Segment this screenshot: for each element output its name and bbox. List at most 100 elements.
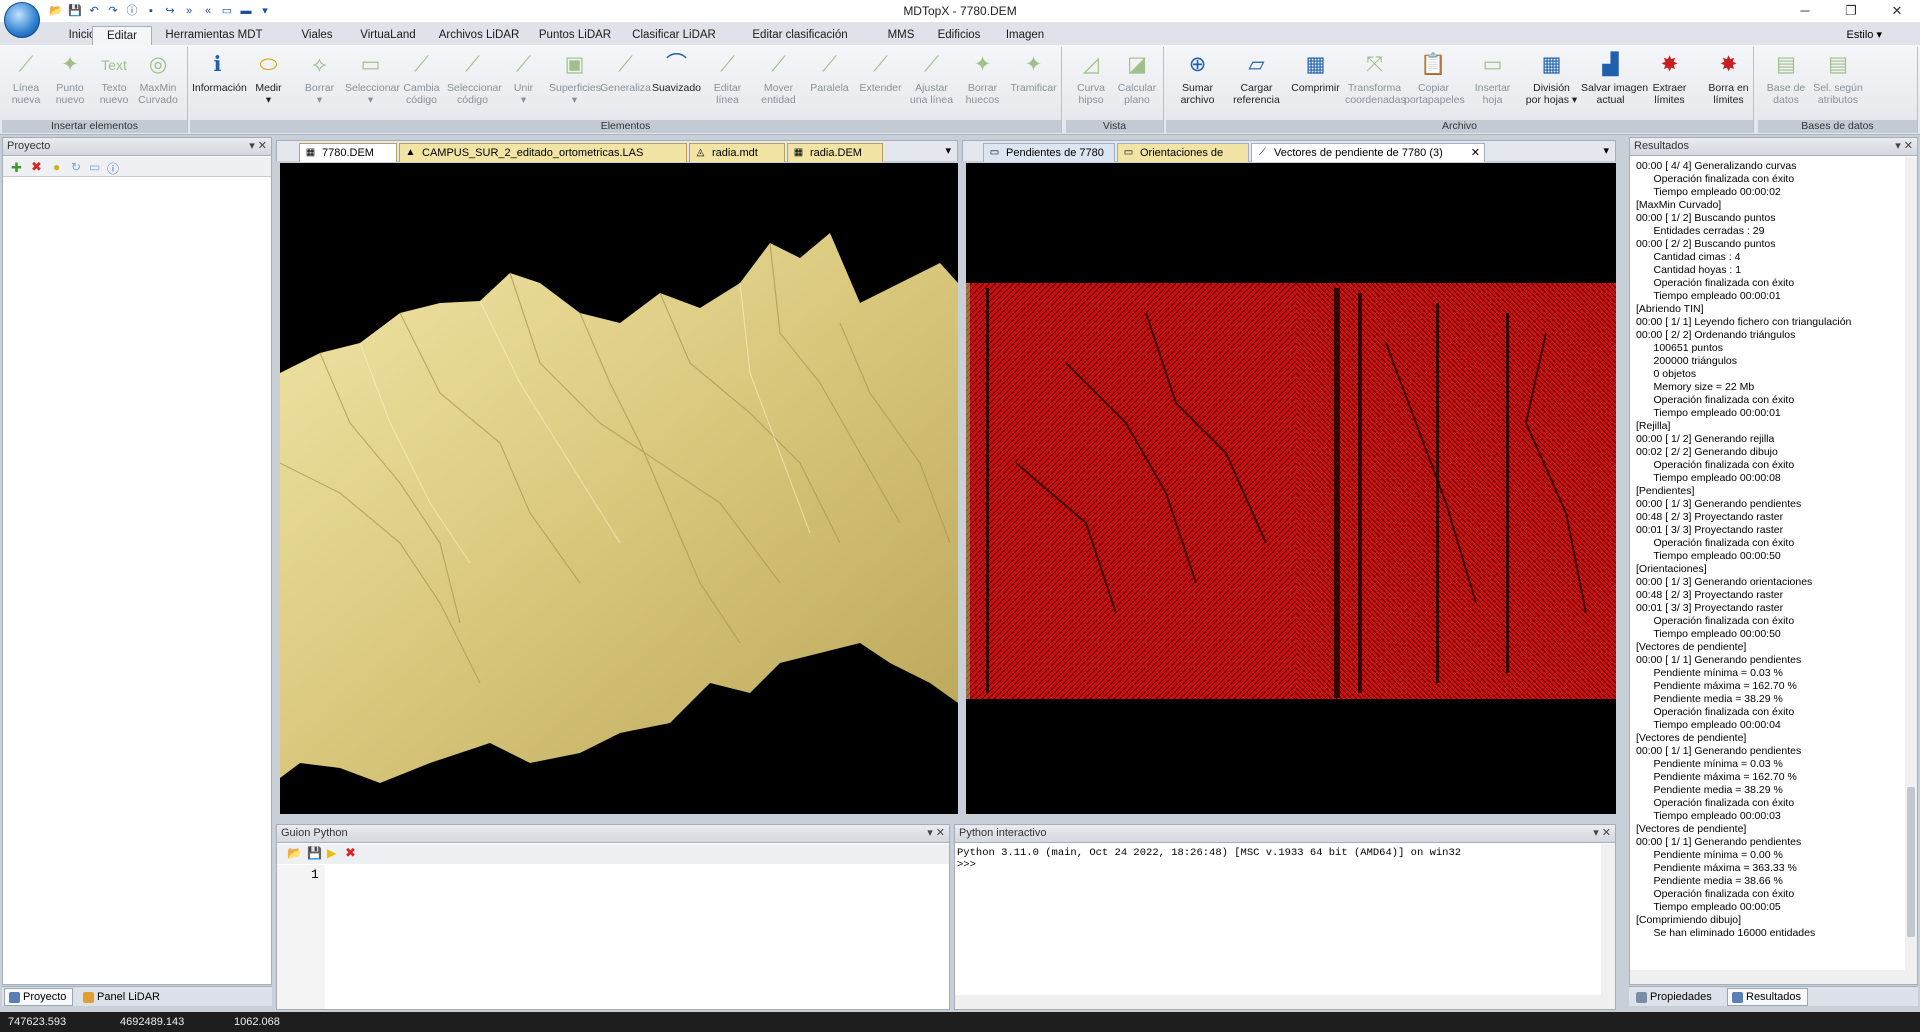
maximize-button[interactable]: ❐: [1828, 0, 1874, 23]
scroll-thumb[interactable]: [1907, 787, 1915, 937]
ribbon-button-seleccionar[interactable]: ⟋ Seleccionar código: [447, 49, 502, 106]
ribbon-button-paralela[interactable]: ⟋ Paralela: [804, 49, 855, 94]
ribbon-button-sumar[interactable]: ⊕ Sumar archivo: [1168, 49, 1227, 106]
info-icon[interactable]: ⓘ: [107, 160, 119, 177]
tabs-dropdown-icon-right[interactable]: ▾: [1603, 144, 1609, 157]
ribbon-button-ajustar[interactable]: ⟋ Ajustar una línea: [906, 49, 957, 106]
ribbon-button-mover[interactable]: ⟋ Mover entidad: [753, 49, 804, 106]
dem-3d-view[interactable]: [279, 163, 958, 814]
ribbon-button-texto[interactable]: Text Texto nuevo: [92, 49, 136, 106]
doc-tab-vectores-de-pendiente-de-7780-3-[interactable]: ⟋ Vectores de pendiente de 7780 (3) ✕: [1251, 143, 1485, 162]
ribbon-group-archivo: Archivo ⊕ Sumar archivo ▱ Cargar referencia ▦…: [1166, 47, 1754, 133]
tab-editar-clasificaci-n[interactable]: Editar clasificación: [730, 26, 870, 45]
tab-proyecto[interactable]: Proyecto: [4, 988, 74, 1006]
window-icon[interactable]: ▭: [89, 160, 100, 174]
close-button[interactable]: ✕: [1874, 0, 1920, 23]
ribbon-button-calcular[interactable]: ◪ Calcular plano: [1114, 49, 1160, 106]
tab-viales[interactable]: Viales: [292, 26, 342, 45]
ribbon-button-divisi-n[interactable]: ▦ División por hojas ▾: [1522, 49, 1581, 106]
ribbon-button-borrar[interactable]: ⟡ Borrar ▾: [294, 49, 345, 106]
tab-propiedades[interactable]: Propiedades: [1631, 988, 1719, 1006]
slope-vectors-view[interactable]: [966, 163, 1616, 814]
tab-clasificar-lidar[interactable]: Clasificar LiDAR: [626, 26, 722, 45]
doc-tab-7780-dem[interactable]: ▦ 7780.DEM: [299, 143, 397, 162]
ribbon-button-transforma[interactable]: ⤧ Transforma coordenadas: [1345, 49, 1406, 106]
ribbon-button-base-de[interactable]: ▤ Base de datos: [1760, 49, 1812, 106]
ribbon-button-tramificar[interactable]: ✦ Tramificar: [1008, 49, 1059, 94]
ribbon-button-seleccionar[interactable]: ▭ Seleccionar ▾: [345, 49, 400, 106]
tab-edificios[interactable]: Edificios: [930, 26, 988, 45]
result-line: 0 objetos: [1636, 368, 1697, 380]
ribbon-button-curva[interactable]: ◿ Curva hipso: [1068, 49, 1114, 106]
ribbon-button-cambia[interactable]: ⟋ Cambia código: [396, 49, 447, 106]
ribbon-button-insertar[interactable]: ▭ Insertar hoja: [1463, 49, 1522, 106]
result-line: 00:02 [ 2/ 2] Generando dibujo: [1636, 446, 1778, 458]
tramificar-icon: ✦: [1024, 53, 1043, 76]
tab-mms[interactable]: MMS: [880, 26, 922, 45]
delete-icon[interactable]: ✖: [31, 159, 42, 175]
tab-imagen[interactable]: Imagen: [996, 26, 1054, 45]
doc-tab-campus-sur-2-editado-ortometricas-las[interactable]: ▲ CAMPUS_SUR_2_editado_ortometricas.LAS: [399, 143, 687, 162]
open-icon[interactable]: 📂: [287, 846, 302, 860]
ribbon-button-extender[interactable]: ⟋ Extender: [855, 49, 906, 94]
doc-tab-radia-dem[interactable]: ▦ radia.DEM: [787, 143, 883, 162]
ribbon-button-extraer[interactable]: ✸ Extraer límites: [1640, 49, 1699, 106]
tab-panel-lidar[interactable]: Panel LiDAR: [78, 988, 167, 1006]
doc-tab-pendientes-de-7780[interactable]: ▭ Pendientes de 7780: [983, 143, 1115, 162]
python-prompt[interactable]: >>>: [957, 859, 976, 871]
results-hscrollbar[interactable]: [1630, 970, 1917, 984]
ribbon-button-informaci-n[interactable]: ℹ Información: [192, 49, 247, 94]
ribbon-button-comprimir[interactable]: ▦ Comprimir: [1286, 49, 1345, 94]
python-banner: Python 3.11.0 (main, Oct 24 2022, 18:26:…: [957, 847, 1462, 859]
ribbon-button-copiar[interactable]: 📋 Copiar portapapeles: [1404, 49, 1465, 106]
ribbon-button-label: Calcular plano: [1117, 82, 1157, 106]
estilo-menu[interactable]: Estilo ▾: [1847, 28, 1882, 41]
interactivo-panel-controls[interactable]: ▾ ✕: [1593, 825, 1611, 842]
ribbon-button-generaliza[interactable]: ⟋ Generaliza: [600, 49, 651, 94]
ribbon-button-borrar[interactable]: ✦ Borrar huecos: [957, 49, 1008, 106]
ribbon-button-unir[interactable]: ⟋ Unir ▾: [498, 49, 549, 106]
vertical-scrollbar[interactable]: [1601, 844, 1615, 995]
light-icon[interactable]: ●: [53, 160, 60, 174]
minimize-button[interactable]: ─: [1782, 0, 1828, 23]
tab-editar[interactable]: Editar: [92, 26, 152, 46]
stop-icon[interactable]: ✖: [345, 845, 356, 861]
panel-controls[interactable]: ▾ ✕: [249, 138, 267, 155]
script-editor[interactable]: [325, 865, 949, 1009]
results-scrollbar[interactable]: [1905, 157, 1917, 970]
ribbon-button-punto[interactable]: ✦ Punto nuevo: [48, 49, 92, 106]
borra-en-icon: ✸: [1719, 53, 1738, 76]
ribbon-button-l-nea[interactable]: ⟋ Línea nueva: [4, 49, 48, 106]
tab-virtualand[interactable]: VirtuaLand: [350, 26, 426, 45]
ribbon-button-superficies[interactable]: ▣ Superficies ▾: [549, 49, 601, 106]
ribbon-button-cargar[interactable]: ▱ Cargar referencia: [1227, 49, 1286, 106]
properties-icon: [1636, 992, 1647, 1003]
run-icon[interactable]: ▶: [327, 846, 336, 860]
tabs-dropdown-icon[interactable]: ▾: [945, 144, 951, 157]
tab-herramientas-mdt[interactable]: Herramientas MDT: [164, 26, 264, 45]
lidar-icon: [83, 992, 94, 1003]
guion-panel-controls[interactable]: ▾ ✕: [927, 825, 945, 842]
ribbon-button-sel-seg-n[interactable]: ▤ Sel. según atributos: [1812, 49, 1864, 106]
tab-puntos-lidar[interactable]: Puntos LiDAR: [534, 26, 616, 45]
tab-resultados[interactable]: Resultados: [1727, 988, 1809, 1006]
close-tab-icon[interactable]: ✕: [1471, 144, 1480, 162]
horizontal-scrollbar[interactable]: [955, 995, 1615, 1009]
ribbon-button-maxmin[interactable]: ◎ MaxMin Curvado: [136, 49, 180, 106]
app-logo-icon[interactable]: [4, 2, 40, 38]
add-icon[interactable]: ✚: [11, 160, 22, 176]
ribbon-button-suavizado[interactable]: ⌒ Suavizado: [651, 49, 702, 94]
doc-tab-radia-mdt[interactable]: ◬ radia.mdt: [689, 143, 785, 162]
ribbon-button-borra-en[interactable]: ✸ Borra en límites: [1699, 49, 1758, 106]
ribbon-button-medir[interactable]: ⬭ Medir ▾: [243, 49, 294, 106]
tab-archivos-lidar[interactable]: Archivos LiDAR: [434, 26, 524, 45]
save-icon[interactable]: 💾: [307, 846, 322, 860]
result-line: Pendiente mínima = 0.00 %: [1636, 849, 1783, 861]
result-line: Pendiente máxima = 363.33 %: [1636, 862, 1797, 874]
resultados-panel-controls[interactable]: ▾ ✕: [1895, 138, 1913, 155]
result-line: [Orientaciones]: [1636, 563, 1707, 575]
refresh-icon[interactable]: ↻: [71, 160, 81, 174]
ribbon-button-editar[interactable]: ⟋ Editar línea: [702, 49, 753, 106]
doc-tab-orientaciones-de-7780[interactable]: ▭Orientaciones de 7780: [1117, 143, 1249, 177]
ribbon-button-salvar-imagen[interactable]: ▟ Salvar imagen actual: [1581, 49, 1648, 106]
